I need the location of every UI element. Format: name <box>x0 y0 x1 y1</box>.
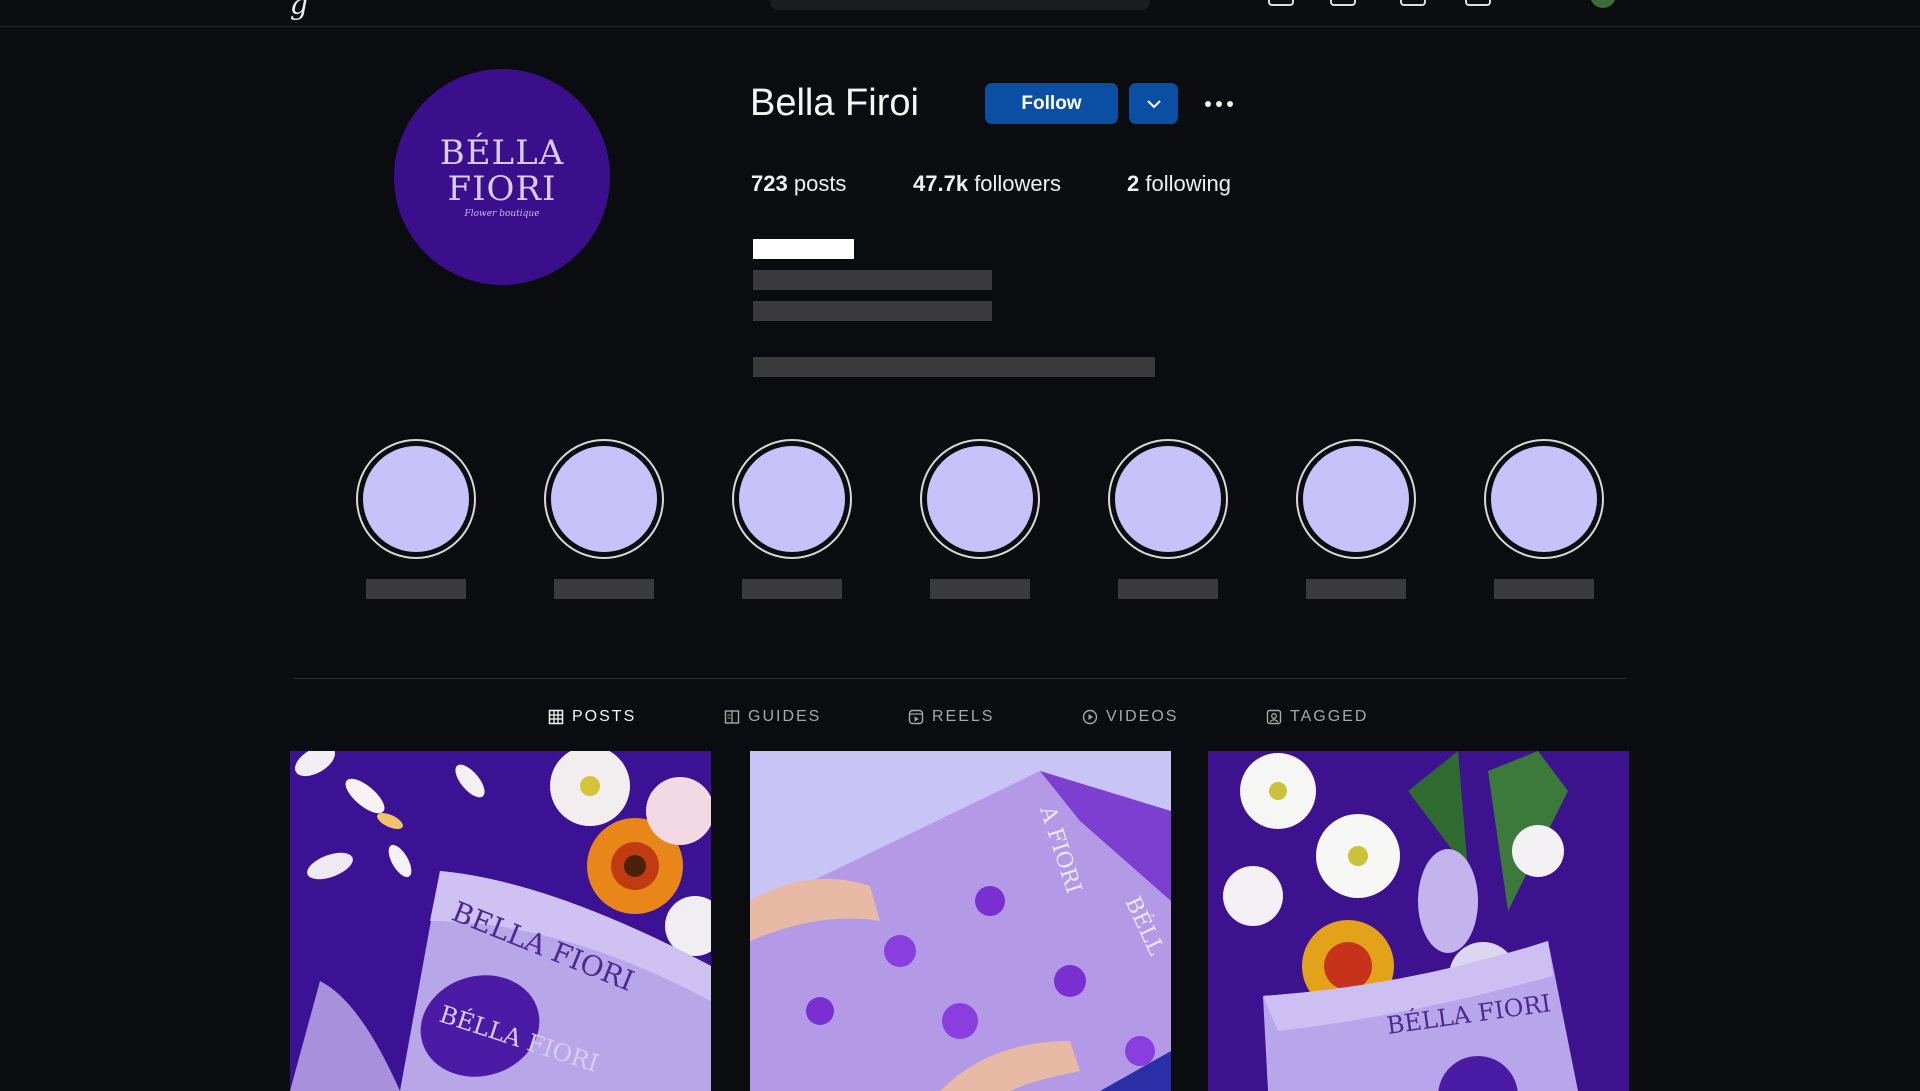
highlight-label-redacted <box>1306 579 1406 599</box>
home-icon[interactable] <box>1268 0 1294 6</box>
more-dot-icon <box>1216 101 1222 107</box>
bio-line-redacted <box>753 270 992 290</box>
reels-icon <box>908 709 924 725</box>
profile-username: Bella Firoi <box>750 82 919 124</box>
story-highlight[interactable] <box>544 439 664 559</box>
top-nav-bar: g <box>0 0 1920 27</box>
more-options-button[interactable] <box>1200 92 1238 116</box>
bio-line-redacted <box>753 301 992 321</box>
post-image: A FIORI BÉLL <box>750 751 1171 1091</box>
tag-icon <box>1266 709 1282 725</box>
posts-label: posts <box>793 171 847 196</box>
posts-stat: 723 posts <box>751 171 846 197</box>
follow-button[interactable]: Follow <box>985 83 1118 124</box>
following-label: following <box>1145 171 1231 196</box>
post-thumbnail[interactable]: BÉLLA FIORI <box>1208 751 1629 1091</box>
more-dot-icon <box>1205 101 1211 107</box>
highlight-label-redacted <box>366 579 466 599</box>
highlight-cover <box>739 446 845 552</box>
post-image: BÉLLA FIORI <box>1208 751 1629 1091</box>
story-highlight[interactable] <box>732 439 852 559</box>
avatar-signature: Flower boutique <box>464 209 540 219</box>
suggested-accounts-button[interactable] <box>1129 83 1178 124</box>
highlight-cover <box>551 446 657 552</box>
posts-count: 723 <box>751 171 788 196</box>
story-highlight[interactable] <box>1296 439 1416 559</box>
more-dot-icon <box>1227 101 1233 107</box>
story-highlight[interactable] <box>920 439 1040 559</box>
explore-icon[interactable] <box>1465 0 1491 6</box>
story-highlight[interactable] <box>356 439 476 559</box>
avatar-brand-line2: FIORI <box>447 169 557 209</box>
tab-tagged[interactable]: TAGGED <box>1266 706 1368 728</box>
chevron-down-icon <box>1146 99 1161 108</box>
avatar-brand-line1: BÉLLA <box>439 133 565 173</box>
following-count: 2 <box>1127 171 1140 196</box>
highlight-cover <box>363 446 469 552</box>
highlight-cover <box>927 446 1033 552</box>
followers-count: 47.7k <box>913 171 969 196</box>
guide-icon <box>724 710 740 724</box>
user-avatar[interactable] <box>1590 0 1616 8</box>
highlight-label-redacted <box>930 579 1030 599</box>
messenger-icon[interactable] <box>1330 0 1356 6</box>
tab-guides[interactable]: GUIDES <box>724 706 821 728</box>
tab-posts[interactable]: POSTS <box>548 706 636 728</box>
story-highlight[interactable] <box>1484 439 1604 559</box>
create-icon[interactable] <box>1400 0 1426 6</box>
instagram-logo[interactable]: g <box>290 0 308 21</box>
bio-link-redacted <box>753 357 1155 377</box>
highlight-cover <box>1115 446 1221 552</box>
search-input[interactable] <box>770 0 1150 10</box>
grid-icon <box>548 709 564 725</box>
post-image: BELLA FIORI BÉLLA FIORI <box>290 751 711 1091</box>
highlight-label-redacted <box>554 579 654 599</box>
followers-stat[interactable]: 47.7k followers <box>913 171 1061 197</box>
followers-label: followers <box>974 171 1061 196</box>
tab-videos[interactable]: VIDEOS <box>1082 706 1178 728</box>
highlight-label-redacted <box>742 579 842 599</box>
tabs-divider <box>294 678 1626 679</box>
highlight-cover <box>1303 446 1409 552</box>
story-highlight[interactable] <box>1108 439 1228 559</box>
tab-label: VIDEOS <box>1106 708 1179 725</box>
highlight-label-redacted <box>1118 579 1218 599</box>
following-stat[interactable]: 2 following <box>1127 171 1231 197</box>
bio-name-redacted <box>753 239 854 259</box>
tab-label: GUIDES <box>748 708 822 725</box>
post-thumbnail[interactable]: A FIORI BÉLL <box>750 751 1171 1091</box>
profile-avatar[interactable]: BÉLLA FIORI Flower boutique <box>394 69 610 285</box>
play-icon <box>1082 709 1098 725</box>
post-thumbnail[interactable]: BELLA FIORI BÉLLA FIORI <box>290 751 711 1091</box>
highlight-cover <box>1491 446 1597 552</box>
tab-label: POSTS <box>572 708 637 725</box>
tab-label: TAGGED <box>1290 708 1369 725</box>
tab-reels[interactable]: REELS <box>908 706 994 728</box>
highlight-label-redacted <box>1494 579 1594 599</box>
tab-label: REELS <box>932 708 995 725</box>
